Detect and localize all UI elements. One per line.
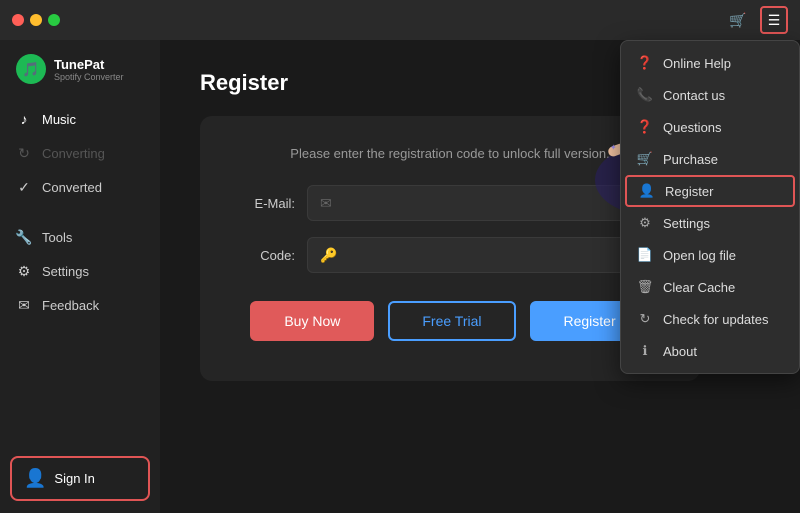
sign-in-button[interactable]: 👤 Sign In: [10, 456, 150, 501]
sidebar-item-tools[interactable]: 🔧 Tools: [0, 220, 160, 254]
check-updates-menu-label: Check for updates: [663, 312, 769, 327]
online-help-menu-icon: ❓: [637, 55, 653, 71]
sidebar-item-converting[interactable]: ↻ Converting: [0, 136, 160, 170]
sidebar-item-feedback[interactable]: ✉ Feedback: [0, 288, 160, 322]
open-log-menu-label: Open log file: [663, 248, 736, 263]
settings-menu-icon: ⚙: [637, 215, 653, 231]
menu-item-contact-us[interactable]: 📞 Contact us: [621, 79, 799, 111]
action-buttons: Buy Now Free Trial Register: [240, 301, 660, 341]
register-menu-label: Register: [665, 184, 713, 199]
about-menu-label: About: [663, 344, 697, 359]
purchase-menu-icon: 🛒: [637, 151, 653, 167]
menu-item-purchase[interactable]: 🛒 Purchase: [621, 143, 799, 175]
sign-in-label: Sign In: [54, 471, 94, 486]
main-wrapper: Register: [160, 40, 800, 513]
open-log-menu-icon: 📄: [637, 247, 653, 263]
menu-item-clear-cache[interactable]: 🗑 Clear Cache: [621, 271, 799, 303]
buy-now-button[interactable]: Buy Now: [250, 301, 374, 341]
close-button[interactable]: [12, 14, 24, 26]
register-menu-icon: 👤: [639, 183, 655, 199]
dropdown-menu: ❓ Online Help 📞 Contact us ❓ Questions 🛒 Purcha…: [620, 40, 800, 374]
app-logo: 🎵 TunePat Spotify Converter: [0, 40, 160, 94]
menu-item-open-log[interactable]: 📄 Open log file: [621, 239, 799, 271]
sidebar-bottom: 👤 Sign In: [0, 444, 160, 513]
sidebar-nav: ♪ Music ↻ Converting ✓ Converted 🔧 Tools…: [0, 94, 160, 444]
online-help-menu-label: Online Help: [663, 56, 731, 71]
email-icon: ✉: [320, 195, 332, 212]
svg-text:✦: ✦: [610, 143, 617, 152]
contact-us-menu-label: Contact us: [663, 88, 725, 103]
code-input[interactable]: [345, 248, 647, 263]
feedback-icon: ✉: [16, 297, 32, 313]
menu-button[interactable]: ☰: [760, 6, 788, 34]
settings-menu-label: Settings: [663, 216, 710, 231]
code-label: Code:: [240, 248, 295, 263]
cart-icon[interactable]: 🛒: [724, 6, 752, 34]
menu-item-register[interactable]: 👤 Register: [625, 175, 795, 207]
tools-icon: 🔧: [16, 229, 32, 245]
questions-menu-label: Questions: [663, 120, 722, 135]
questions-menu-icon: ❓: [637, 119, 653, 135]
clear-cache-menu-icon: 🗑: [637, 279, 653, 295]
free-trial-button[interactable]: Free Trial: [388, 301, 515, 341]
key-icon: 🔑: [320, 247, 337, 264]
titlebar: 🛒 ☰: [0, 0, 800, 40]
sidebar-item-settings-label: Settings: [42, 264, 89, 279]
about-menu-icon: ℹ: [637, 343, 653, 359]
sidebar-item-feedback-label: Feedback: [42, 298, 99, 313]
app-title: TunePat: [54, 57, 124, 72]
code-form-group: Code: 🔑: [240, 237, 660, 273]
minimize-button[interactable]: [30, 14, 42, 26]
music-icon: ♪: [16, 111, 32, 127]
sidebar-item-settings[interactable]: ⚙ Settings: [0, 254, 160, 288]
menu-item-questions[interactable]: ❓ Questions: [621, 111, 799, 143]
traffic-lights: [12, 14, 60, 26]
maximize-button[interactable]: [48, 14, 60, 26]
sign-in-icon: 👤: [24, 468, 46, 489]
sidebar-item-converting-label: Converting: [42, 146, 105, 161]
sidebar-item-converted-label: Converted: [42, 180, 102, 195]
sidebar-item-tools-label: Tools: [42, 230, 72, 245]
settings-icon: ⚙: [16, 263, 32, 279]
contact-us-menu-icon: 📞: [637, 87, 653, 103]
sidebar: 🎵 TunePat Spotify Converter ♪ Music ↻ Co…: [0, 40, 160, 513]
converting-icon: ↻: [16, 145, 32, 161]
app-subtitle: Spotify Converter: [54, 72, 124, 82]
logo-icon: 🎵: [16, 54, 46, 84]
check-updates-menu-icon: ↻: [637, 311, 653, 327]
purchase-menu-label: Purchase: [663, 152, 718, 167]
clear-cache-menu-label: Clear Cache: [663, 280, 735, 295]
sidebar-item-music-label: Music: [42, 112, 76, 127]
menu-item-settings[interactable]: ⚙ Settings: [621, 207, 799, 239]
sidebar-item-converted[interactable]: ✓ Converted: [0, 170, 160, 204]
converted-icon: ✓: [16, 179, 32, 195]
email-label: E-Mail:: [240, 196, 295, 211]
sidebar-item-music[interactable]: ♪ Music: [0, 102, 160, 136]
menu-item-check-updates[interactable]: ↻ Check for updates: [621, 303, 799, 335]
menu-item-about[interactable]: ℹ About: [621, 335, 799, 367]
menu-item-online-help[interactable]: ❓ Online Help: [621, 47, 799, 79]
code-input-wrapper: 🔑: [307, 237, 660, 273]
